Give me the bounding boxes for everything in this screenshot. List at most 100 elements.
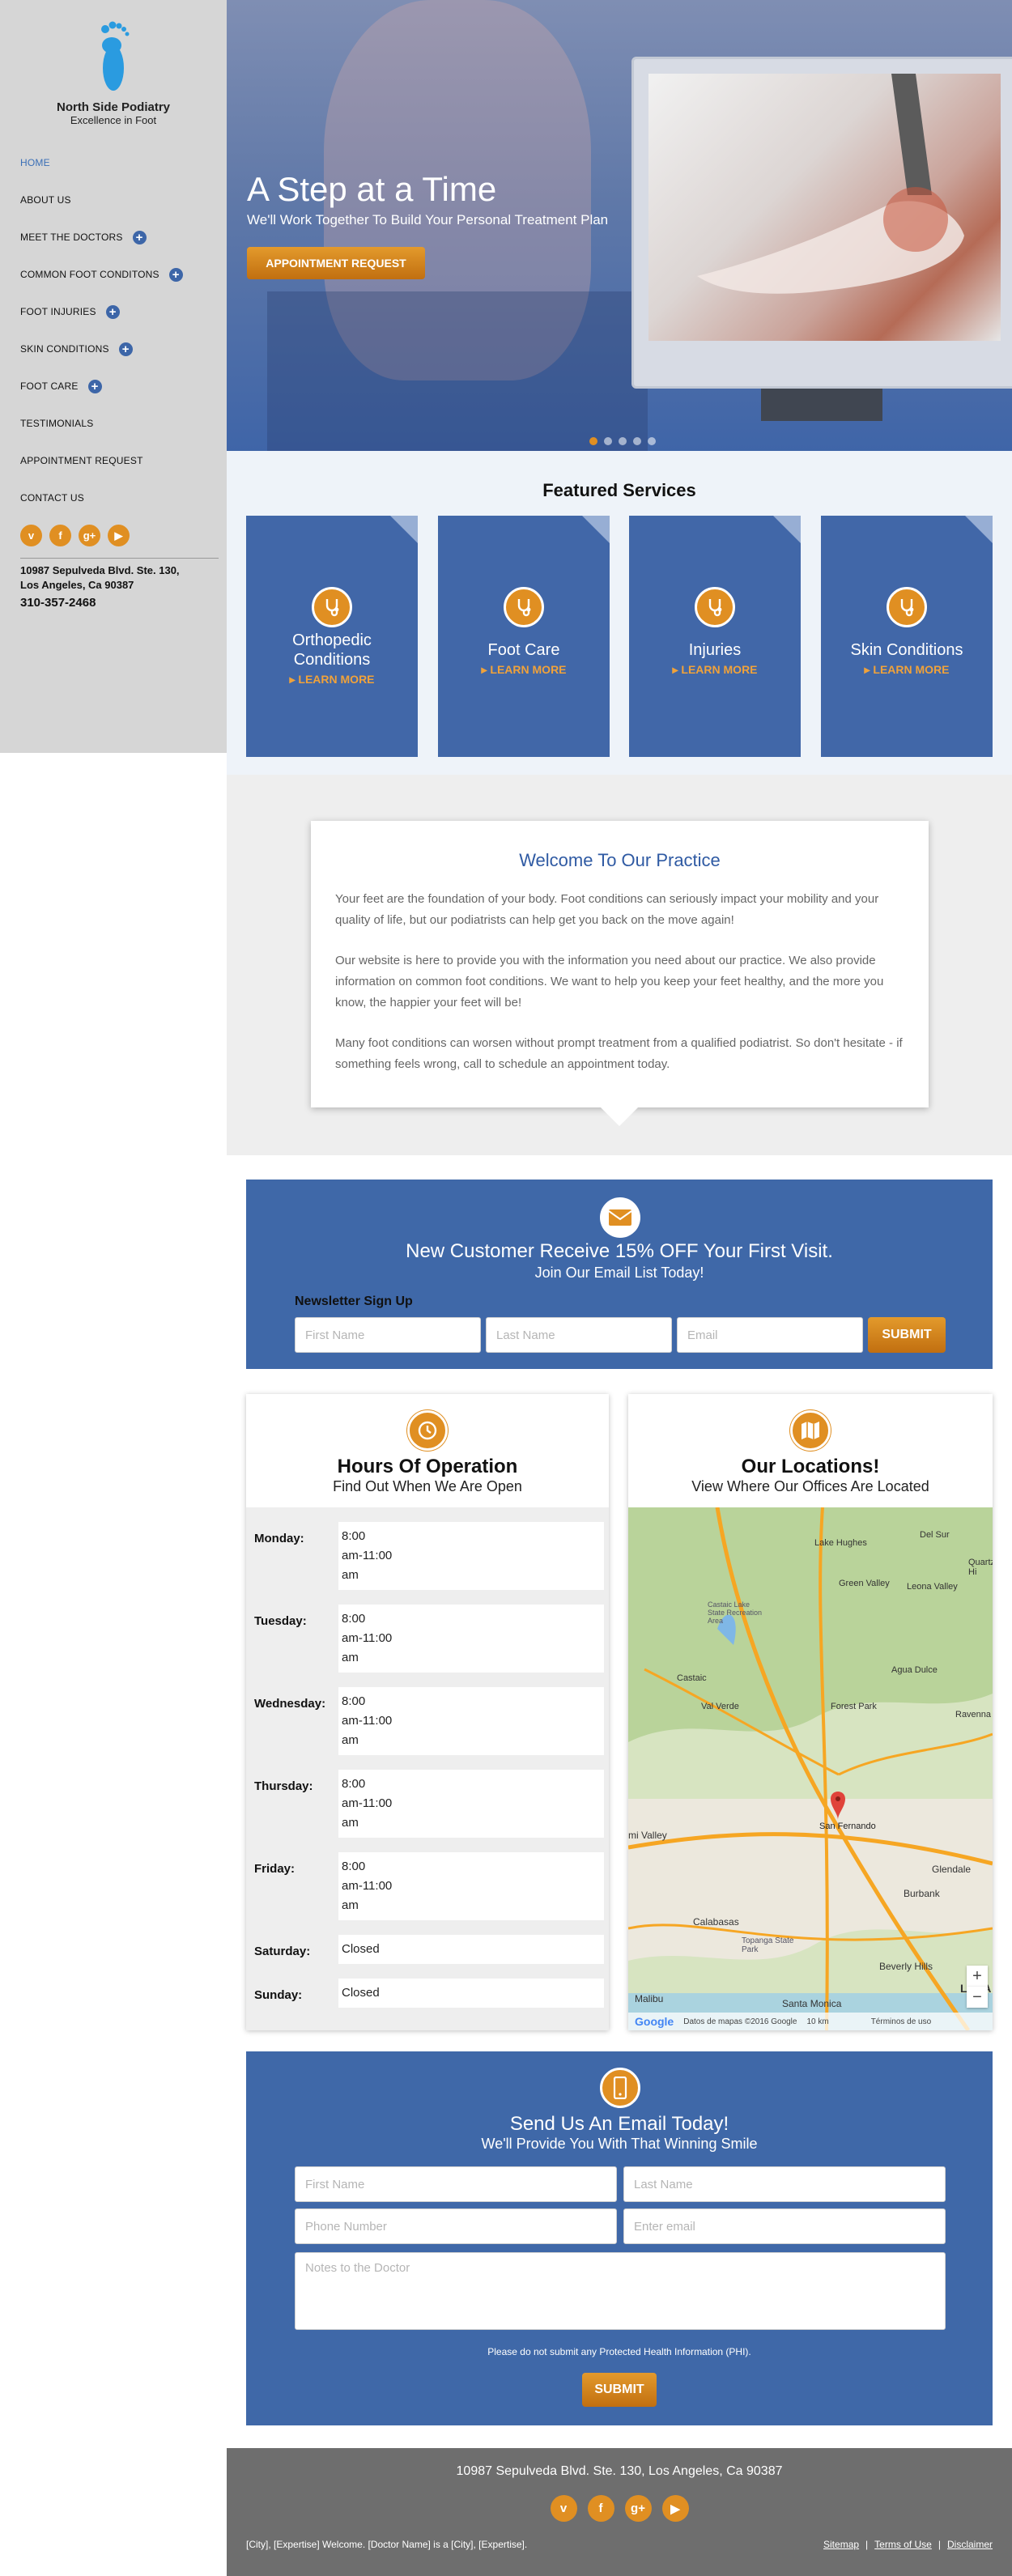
phone-number-input[interactable] (295, 2208, 617, 2244)
appointment-request-button[interactable]: APPOINTMENT REQUEST (247, 247, 425, 279)
map-label: Green Valley (839, 1579, 890, 1588)
newsletter-email-input[interactable] (677, 1317, 863, 1353)
service-card-orthopedic[interactable]: Orthopedic Conditions ▸ LEARN MORE (246, 516, 418, 757)
footer-separator: | (938, 2539, 941, 2550)
learn-more-link[interactable]: ▸ LEARN MORE (253, 673, 411, 687)
hours-value: Closed (338, 1979, 604, 2008)
map-terms-link[interactable]: Términos de uso (871, 2017, 931, 2026)
monitor-stand (761, 389, 882, 421)
address-line-2: Los Angeles, Ca 90387 (20, 579, 134, 591)
logo[interactable]: North Side Podiatry Excellence in Foot (0, 0, 227, 126)
footer-address: 10987 Sepulveda Blvd. Ste. 130, Los Ange… (456, 2464, 783, 2478)
map-label: Ravenna (955, 1710, 992, 1719)
notes-textarea[interactable] (295, 2252, 946, 2330)
newsletter-last-name-input[interactable] (486, 1317, 672, 1353)
vimeo-icon[interactable]: v (550, 2495, 577, 2522)
google-plus-icon[interactable]: g+ (79, 525, 100, 546)
stethoscope-icon (504, 587, 544, 627)
google-logo[interactable]: Google (635, 2015, 674, 2028)
expand-plus-icon[interactable]: + (118, 342, 133, 356)
map-label: Santa Monica (782, 1998, 842, 2009)
map-widget[interactable]: Lake Hughes Green Valley Leona Valley De… (628, 1507, 993, 2030)
locations-subheading: View Where Our Offices Are Located (691, 1478, 929, 1494)
google-plus-icon[interactable]: g+ (624, 2495, 652, 2522)
hours-value: 8:00 am-11:00 am (338, 1687, 604, 1755)
sidebar-phone[interactable]: 310-357-2468 (0, 596, 227, 610)
map-label: Beverly Hills (879, 1961, 933, 1972)
nav-item-home[interactable]: HOME (0, 144, 227, 181)
nav-item-foot-care[interactable]: FOOT CARE + (0, 368, 227, 405)
nav-item-contact-us[interactable]: CONTACT US (0, 479, 227, 516)
hours-day: Saturday: (254, 1945, 311, 1958)
newsletter-submit-button[interactable]: SUBMIT (868, 1317, 946, 1353)
welcome-paragraph: Your feet are the foundation of your bod… (335, 892, 879, 927)
hours-day: Friday: (254, 1862, 296, 1876)
youtube-icon[interactable]: ▶ (108, 525, 130, 546)
nav-item-meet-the-doctors[interactable]: MEET THE DOCTORS + (0, 219, 227, 256)
hours-panel: Hours Of Operation Find Out When We Are … (246, 1394, 609, 2030)
youtube-icon[interactable]: ▶ (661, 2495, 689, 2522)
map-zoom-in-button[interactable]: + (967, 1966, 988, 1987)
map-label: Castaic Lake State Recreation Area (708, 1600, 763, 1625)
hours-day: Monday: (254, 1532, 304, 1545)
footer-link-terms[interactable]: Terms of Use (874, 2539, 932, 2550)
map-zoom-out-button[interactable]: − (967, 1987, 988, 2008)
map-footer: Google Datos de mapas ©2016 Google 10 km… (628, 2013, 993, 2030)
hours-subheading: Find Out When We Are Open (333, 1478, 522, 1494)
locations-panel: Our Locations! View Where Our Offices Ar… (628, 1394, 993, 2030)
callout-arrow (600, 1107, 639, 1126)
stethoscope-icon (695, 587, 735, 627)
map-label: Agua Dulce (891, 1665, 938, 1675)
first-name-input[interactable] (295, 2166, 617, 2202)
expand-plus-icon[interactable]: + (168, 267, 183, 282)
nav-item-appointment-request[interactable]: APPOINTMENT REQUEST (0, 442, 227, 479)
slider-dot[interactable] (648, 437, 656, 445)
divider (20, 558, 219, 559)
nav-item-foot-injuries[interactable]: FOOT INJURIES + (0, 293, 227, 330)
learn-more-link[interactable]: ▸ LEARN MORE (636, 663, 794, 677)
map-label: Topanga State Park (742, 1936, 794, 1954)
map-label: Leona Valley (907, 1582, 958, 1592)
service-card-foot-care[interactable]: Foot Care ▸ LEARN MORE (438, 516, 610, 757)
newsletter-first-name-input[interactable] (295, 1317, 481, 1353)
learn-more-link[interactable]: ▸ LEARN MORE (827, 663, 986, 677)
nav-label: COMMON FOOT CONDITONS (20, 269, 159, 280)
nav-item-testimonials[interactable]: TESTIMONIALS (0, 405, 227, 442)
service-card-title: Injuries (688, 641, 742, 659)
last-name-input[interactable] (623, 2166, 946, 2202)
vimeo-icon[interactable]: v (20, 525, 42, 546)
nav-item-skin-conditions[interactable]: SKIN CONDITIONS + (0, 330, 227, 368)
logo-name: North Side Podiatry (56, 100, 171, 114)
learn-more-link[interactable]: ▸ LEARN MORE (444, 663, 603, 677)
expand-plus-icon[interactable]: + (87, 379, 102, 393)
slider-dot[interactable] (633, 437, 641, 445)
email-input[interactable] (623, 2208, 946, 2244)
hours-value: 8:00 am-11:00 am (338, 1605, 604, 1673)
xray-image (648, 74, 1001, 341)
map-label: Del Sur (920, 1530, 950, 1540)
hours-day: Wednesday: (254, 1697, 326, 1711)
service-card-injuries[interactable]: Injuries ▸ LEARN MORE (629, 516, 801, 757)
slider-dot[interactable] (589, 437, 597, 445)
footer-link-disclaimer[interactable]: Disclaimer (947, 2539, 993, 2550)
slider-dot[interactable] (604, 437, 612, 445)
stethoscope-icon (887, 587, 927, 627)
expand-plus-icon[interactable]: + (105, 304, 120, 319)
service-card-title: Foot Care (487, 641, 560, 659)
nav-item-about-us[interactable]: ABOUT US (0, 181, 227, 219)
map-icon (790, 1410, 831, 1451)
footer-social-links: v f g+ ▶ (227, 2495, 1012, 2522)
slider-dot[interactable] (619, 437, 627, 445)
hero-slider: A Step at a Time We'll Work Together To … (227, 0, 1012, 451)
footer-separator: | (865, 2539, 869, 2550)
facebook-icon[interactable]: f (49, 525, 71, 546)
expand-plus-icon[interactable]: + (132, 230, 147, 244)
footer-link-sitemap[interactable]: Sitemap (823, 2539, 859, 2550)
map-credit: Datos de mapas ©2016 Google (683, 2017, 797, 2026)
nav-item-common-foot-conditions[interactable]: COMMON FOOT CONDITONS + (0, 256, 227, 293)
service-card-skin-conditions[interactable]: Skin Conditions ▸ LEARN MORE (821, 516, 993, 757)
facebook-icon[interactable]: f (587, 2495, 614, 2522)
email-form-submit-button[interactable]: SUBMIT (582, 2373, 657, 2407)
map-label: Burbank (904, 1888, 940, 1899)
welcome-paragraph: Many foot conditions can worsen without … (335, 1036, 903, 1071)
